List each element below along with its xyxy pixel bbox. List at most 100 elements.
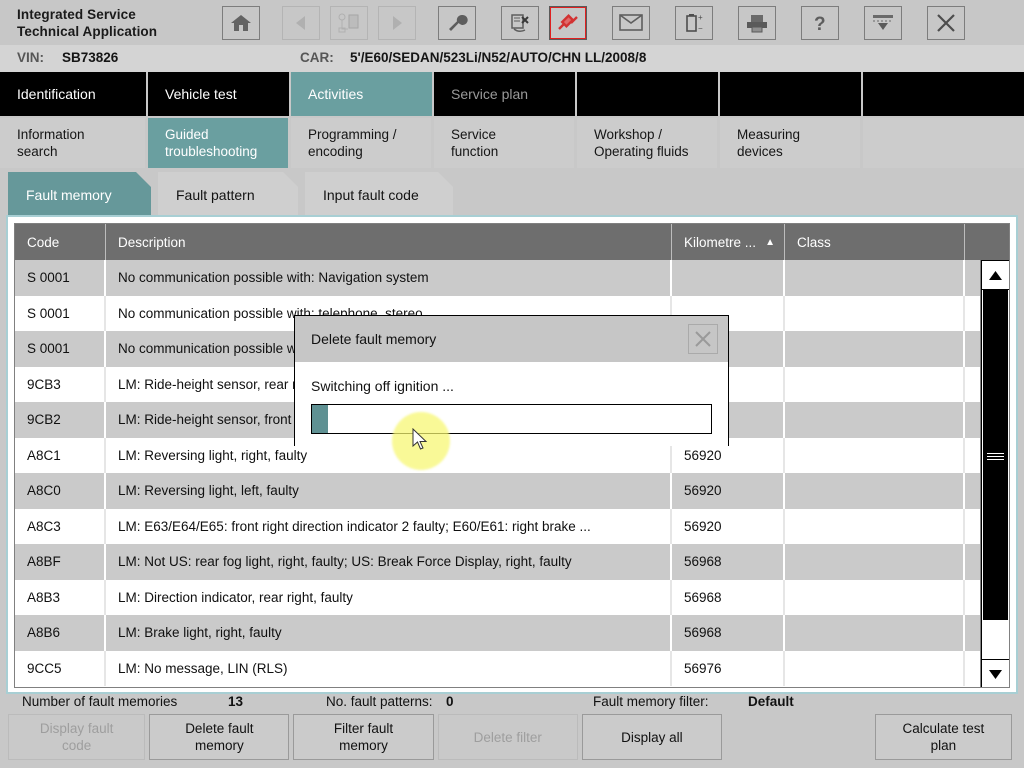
table-row[interactable]: A8C3LM: E63/E64/E65: front right directi…: [15, 509, 1010, 545]
tools-button[interactable]: [438, 6, 476, 40]
forward-arrow-icon: [389, 14, 405, 32]
cell-km: 56920: [672, 509, 785, 545]
scrollbar-thumb[interactable]: [983, 290, 1008, 620]
cell-cls: [785, 615, 965, 651]
cell-code: 9CB2: [15, 402, 106, 438]
messages-button[interactable]: [612, 6, 650, 40]
button-label-line2: memory: [185, 737, 253, 754]
scroll-down-button[interactable]: [981, 659, 1010, 688]
nav-label: Service plan: [451, 86, 528, 102]
nav-item-identification[interactable]: Identification: [0, 72, 148, 116]
nav-item-vehicle-test[interactable]: Vehicle test: [148, 72, 291, 116]
cell-cls: [785, 580, 965, 616]
subnav-label-line1: Guided: [165, 126, 288, 143]
nav-item-activities[interactable]: Activities: [291, 72, 434, 116]
home-button[interactable]: [222, 6, 260, 40]
close-button[interactable]: [927, 6, 965, 40]
nav-label: Identification: [17, 86, 96, 102]
column-header-class[interactable]: Class: [785, 224, 965, 260]
tab-fault-pattern[interactable]: Fault pattern: [158, 172, 298, 218]
nav-item-empty-3: [863, 72, 1024, 116]
vehicle-info-bar: VIN: SB73826 CAR: 5'/E60/SEDAN/523Li/N52…: [0, 45, 1024, 72]
column-header-code[interactable]: Code: [15, 224, 106, 260]
svg-text:+: +: [698, 13, 703, 22]
filter-fault-memory-button[interactable]: Filter faultmemory: [293, 714, 433, 760]
scrollbar-track[interactable]: [981, 290, 1010, 659]
cell-km: 56920: [672, 473, 785, 509]
cell-code: A8B3: [15, 580, 106, 616]
progress-bar-fill: [312, 405, 328, 433]
fault-memories-label: Number of fault memories: [22, 694, 177, 709]
table-row[interactable]: 9CC5LM: No message, LIN (RLS)56976: [15, 651, 1010, 687]
table-row[interactable]: A8C0LM: Reversing light, left, faulty569…: [15, 473, 1010, 509]
display-all-button[interactable]: Display all: [582, 714, 722, 760]
subnav-item-empty: [863, 118, 1024, 168]
tab-fault-memory[interactable]: Fault memory: [8, 172, 151, 218]
table-header-row: Code Description Kilometre ... ▲ Class: [15, 224, 1009, 260]
back-button[interactable]: [282, 6, 320, 40]
cell-desc: LM: Brake light, right, faulty: [106, 615, 672, 651]
wrench-icon: [446, 13, 468, 33]
minimize-button[interactable]: [864, 6, 902, 40]
tab-input-fault-code[interactable]: Input fault code: [305, 172, 453, 218]
table-row[interactable]: A8B3LM: Direction indicator, rear right,…: [15, 580, 1010, 616]
subnav-item-workshop-operating-fluids[interactable]: Workshop / Operating fluids: [577, 118, 720, 168]
print-button[interactable]: [738, 6, 776, 40]
cell-code: 9CC5: [15, 651, 106, 687]
table-row[interactable]: S 0001No communication possible with: Na…: [15, 260, 1010, 296]
subnav-item-guided-troubleshooting[interactable]: Guided troubleshooting: [148, 118, 291, 168]
battery-button[interactable]: + −: [675, 6, 713, 40]
cell-cls: [785, 473, 965, 509]
cell-km: 56968: [672, 615, 785, 651]
subnav-label-line2: troubleshooting: [165, 143, 288, 160]
subnav-item-information-search[interactable]: Information search: [0, 118, 148, 168]
table-row[interactable]: A8BFLM: Not US: rear fog light, right, f…: [15, 544, 1010, 580]
calculate-test-plan-button[interactable]: Calculate testplan: [875, 714, 1012, 760]
cell-cls: [785, 402, 965, 438]
forward-button[interactable]: [378, 6, 416, 40]
cell-code: A8B6: [15, 615, 106, 651]
cell-code: A8C3: [15, 509, 106, 545]
connection-button[interactable]: [549, 6, 587, 40]
progress-bar: [311, 404, 712, 434]
dialog-body: Switching off ignition ...: [295, 362, 728, 446]
close-x-icon: [935, 12, 957, 34]
column-header-kilometre[interactable]: Kilometre ... ▲: [672, 224, 785, 260]
document-tree-icon: [338, 13, 360, 33]
application-window: Integrated Service Technical Application: [0, 0, 1024, 768]
vertical-scrollbar[interactable]: [980, 260, 1009, 688]
scroll-up-button[interactable]: [981, 260, 1010, 290]
subnav-label-line1: Workshop /: [594, 126, 717, 143]
clear-list-button[interactable]: [501, 6, 539, 40]
sub-tab-bar: Fault memory Fault pattern Input fault c…: [8, 172, 460, 218]
nav-item-service-plan[interactable]: Service plan: [434, 72, 577, 116]
display-fault-code-button[interactable]: Display faultcode: [8, 714, 145, 760]
button-label-line1: Filter fault: [334, 720, 393, 737]
car-label: CAR:: [300, 50, 334, 65]
cell-code: A8C1: [15, 438, 106, 474]
subnav-item-service-function[interactable]: Service function: [434, 118, 577, 168]
subnav-item-measuring-devices[interactable]: Measuring devices: [720, 118, 863, 168]
home-icon: [230, 13, 252, 33]
dialog-close-button[interactable]: [688, 324, 718, 354]
documents-button[interactable]: [330, 6, 368, 40]
action-button-bar: Display faultcode Delete faultmemory Fil…: [8, 714, 1016, 762]
help-button[interactable]: ?: [801, 6, 839, 40]
cell-km: 56968: [672, 580, 785, 616]
cell-cls: [785, 296, 965, 332]
subnav-label-line2: devices: [737, 143, 860, 160]
column-header-description[interactable]: Description: [106, 224, 672, 260]
toolbar: + − ?: [222, 0, 975, 45]
subnav-label-line1: Service: [451, 126, 574, 143]
subnav-label-line2: search: [17, 143, 145, 160]
cell-desc: LM: E63/E64/E65: front right direction i…: [106, 509, 672, 545]
dialog-title: Delete fault memory: [311, 331, 436, 347]
delete-fault-memory-button[interactable]: Delete faultmemory: [149, 714, 289, 760]
button-label-line1: Calculate test: [902, 720, 984, 737]
fault-memory-table: Code Description Kilometre ... ▲ Class S…: [14, 223, 1010, 688]
clear-list-icon: [509, 13, 531, 33]
delete-filter-button[interactable]: Delete filter: [438, 714, 578, 760]
subnav-item-programming-encoding[interactable]: Programming / encoding: [291, 118, 434, 168]
table-row[interactable]: A8B6LM: Brake light, right, faulty56968: [15, 615, 1010, 651]
cell-cls: [785, 260, 965, 296]
